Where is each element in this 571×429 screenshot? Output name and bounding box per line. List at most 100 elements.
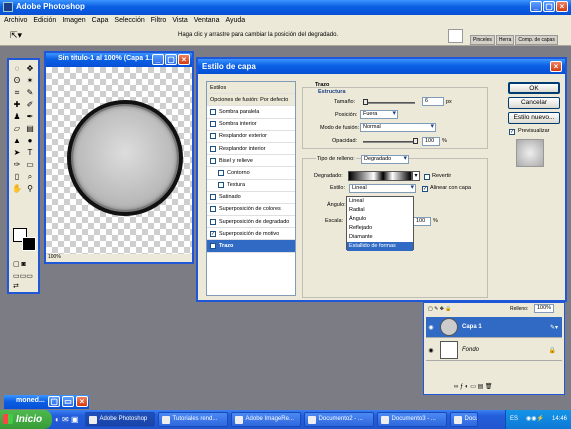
dialog-title-bar[interactable]: Estilo de capa ×	[198, 59, 565, 74]
minimized-window[interactable]: moned... ▢ ▭ ×	[4, 395, 89, 409]
task-documento2[interactable]: Documento2 - ...	[303, 412, 374, 427]
menu-archivo[interactable]: Archivo	[4, 17, 27, 24]
layer-name[interactable]: Fondo	[462, 347, 479, 353]
palette-well[interactable]	[448, 29, 463, 43]
lock-icons[interactable]: ▢ ✎ ✥ 🔒	[428, 306, 452, 312]
style-item-resplandor-exterior[interactable]: Resplandor exterior	[207, 131, 295, 143]
style-option-lineal[interactable]: Lineal	[347, 197, 413, 206]
checkbox[interactable]	[210, 194, 216, 201]
doc-minimize-button[interactable]: _	[152, 54, 164, 65]
layer-effects-icon[interactable]: ✎▾	[550, 324, 558, 331]
dodge-tool-icon[interactable]: ●	[24, 135, 36, 146]
document-title-bar[interactable]: Sin título-1 al 100% (Capa 1... _ ▢ ×	[46, 53, 192, 67]
checkbox[interactable]	[210, 121, 216, 128]
hand-tool-icon[interactable]: ✋	[11, 183, 23, 194]
menu-ayuda[interactable]: Ayuda	[225, 17, 245, 24]
blend-options-item[interactable]: Opciones de fusión: Por defecto	[207, 94, 295, 107]
reverse-checkbox[interactable]	[424, 174, 430, 180]
task-documento1[interactable]: Documento1 - ...	[449, 412, 478, 427]
layer-row[interactable]: ◉ Fondo 🔒	[426, 340, 562, 361]
eye-icon[interactable]: ◉	[426, 324, 436, 331]
task-imageready[interactable]: Adobe ImageRe...	[230, 412, 301, 427]
style-item-trazo[interactable]: ✓ Trazo	[207, 240, 295, 253]
style-option-radial[interactable]: Radial	[347, 206, 413, 215]
quick-mask-icons[interactable]: ▢ ◙	[13, 260, 37, 270]
layer-row[interactable]: ◉ Capa 1 ✎▾	[426, 317, 562, 338]
mini-close-button[interactable]: ×	[76, 396, 88, 407]
style-item-sombra-interior[interactable]: Sombra interior	[207, 119, 295, 131]
tray-icons[interactable]: ◉◉⚡	[526, 410, 544, 429]
size-slider-knob[interactable]	[363, 99, 368, 105]
background-color-swatch[interactable]	[22, 237, 36, 251]
position-select[interactable]: Fuera	[360, 110, 398, 119]
screen-mode-icons[interactable]: ▭▭▭	[13, 272, 37, 282]
styles-header[interactable]: Estilos	[207, 82, 295, 95]
quick-launch-icons[interactable]: ◐ ✉ ▣	[55, 415, 79, 424]
style-item-contorno[interactable]: Contorno	[207, 167, 295, 180]
checkbox[interactable]	[210, 206, 216, 213]
menu-vista[interactable]: Vista	[172, 17, 187, 24]
new-style-button[interactable]: Estilo nuevo...	[508, 112, 560, 124]
task-tutoriales[interactable]: Tutoriales rend...	[157, 412, 228, 427]
eye-icon[interactable]: ◉	[426, 347, 436, 354]
close-button[interactable]: ×	[556, 1, 568, 12]
style-item-superposicion-motivo[interactable]: ✓ Superposición de motivo	[207, 228, 295, 241]
style-option-angulo[interactable]: Ángulo	[347, 215, 413, 224]
align-checkbox-checked[interactable]: ✓	[422, 186, 428, 192]
style-option-estallido[interactable]: Estallido de formas	[347, 242, 413, 251]
style-item-superposicion-degradado[interactable]: Superposición de degradado	[207, 216, 295, 229]
marquee-tool-icon[interactable]: ◌	[11, 63, 23, 74]
blend-mode-select[interactable]: Normal	[360, 123, 436, 132]
style-item-superposicion-colores[interactable]: Superposición de colores	[207, 204, 295, 217]
checkbox-checked[interactable]: ✓	[210, 243, 216, 250]
checkbox[interactable]	[210, 145, 216, 152]
pen-tool-icon[interactable]: ✑	[11, 159, 23, 170]
brush-tool-icon[interactable]: ✐	[24, 99, 36, 110]
lasso-tool-icon[interactable]: ʘ	[11, 75, 23, 86]
healing-tool-icon[interactable]: ✚	[11, 99, 23, 110]
start-button[interactable]: Inicio	[0, 410, 52, 429]
stamp-tool-icon[interactable]: ♟	[11, 111, 23, 122]
style-item-satinado[interactable]: Satinado	[207, 192, 295, 204]
checkbox[interactable]	[210, 157, 216, 164]
style-option-reflejado[interactable]: Reflejado	[347, 224, 413, 233]
preview-checkbox-checked[interactable]: ✓	[509, 129, 515, 135]
shape-tool-icon[interactable]: ▭	[24, 159, 36, 170]
task-documento3[interactable]: Documento3 - ...	[376, 412, 447, 427]
minimize-button[interactable]: _	[530, 1, 542, 12]
eyedropper-icon[interactable]: ⌕	[24, 171, 36, 182]
menu-seleccion[interactable]: Selección	[114, 17, 144, 24]
opacity-input[interactable]: 100	[422, 137, 440, 146]
zoom-level[interactable]: 100%	[46, 254, 192, 262]
checkbox[interactable]	[218, 169, 224, 176]
document-canvas[interactable]	[46, 67, 192, 256]
menu-capa[interactable]: Capa	[92, 17, 109, 24]
layer-actions-icons[interactable]: ∞ ƒ ◐ ▭ ▤ 🗑	[454, 383, 493, 390]
blur-tool-icon[interactable]: ▲	[11, 135, 23, 146]
gradient-tool-icon[interactable]: ▤	[24, 123, 36, 134]
language-indicator[interactable]: ES	[510, 410, 518, 429]
fill-input[interactable]: 100%	[534, 304, 554, 313]
doc-close-button[interactable]: ×	[178, 54, 190, 65]
mini-restore-button[interactable]: ▢	[48, 396, 61, 407]
magic-wand-icon[interactable]: ✶	[24, 75, 36, 86]
style-item-sombra-paralela[interactable]: Sombra paralela	[207, 106, 295, 119]
type-tool-icon[interactable]: T	[24, 147, 36, 158]
path-select-icon[interactable]: ➤	[11, 147, 23, 158]
notes-tool-icon[interactable]: ▯	[11, 171, 23, 182]
layer-name[interactable]: Capa 1	[462, 324, 482, 330]
slice-tool-icon[interactable]: ✎	[24, 87, 36, 98]
opacity-slider[interactable]	[363, 141, 415, 143]
ok-button[interactable]: OK	[508, 82, 560, 94]
gradient-dropdown-icon[interactable]: ▾	[412, 171, 420, 181]
cancel-button[interactable]: Cancelar	[508, 97, 560, 109]
imageready-jump-icon[interactable]: ⇄	[13, 282, 37, 292]
checkbox[interactable]	[218, 182, 224, 189]
tab-comp-capas[interactable]: Comp. de capas	[515, 35, 558, 45]
size-slider[interactable]	[363, 102, 415, 104]
tab-herramientas[interactable]: Herra	[495, 35, 515, 45]
style-item-bisel[interactable]: Bisel y relieve	[207, 155, 295, 168]
checkbox[interactable]	[210, 218, 216, 225]
eraser-tool-icon[interactable]: ▱	[11, 123, 23, 134]
restore-button[interactable]: ▢	[543, 1, 555, 12]
